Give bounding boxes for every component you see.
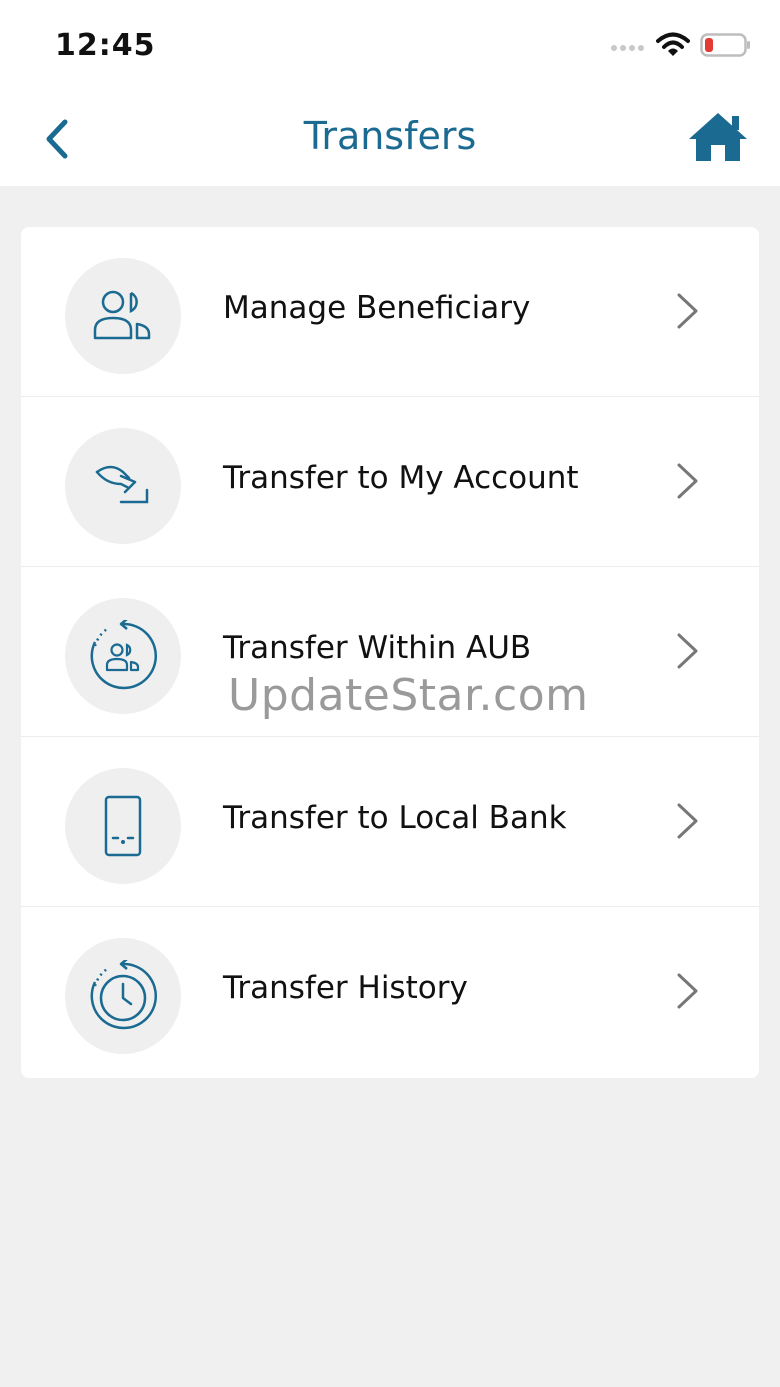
menu-item-manage-beneficiary[interactable]: Manage Beneficiary	[21, 227, 759, 397]
menu-item-transfer-to-local-bank[interactable]: Transfer to Local Bank	[21, 737, 759, 907]
menu-item-label: Transfer History	[223, 970, 468, 1006]
chevron-right-icon	[677, 293, 698, 329]
menu-item-label: Transfer to Local Bank	[223, 800, 567, 836]
transfers-menu: Manage Beneficiary Transfer to My Accoun…	[21, 227, 759, 1078]
users-icon	[65, 258, 181, 374]
status-icons	[610, 32, 752, 62]
chevron-right-icon	[677, 973, 698, 1009]
watermark: UpdateStar.com	[228, 670, 589, 721]
mobile-icon	[65, 768, 181, 884]
status-bar: 12:45	[0, 0, 780, 96]
signal-icon	[610, 38, 646, 57]
chevron-right-icon	[677, 803, 698, 839]
home-button[interactable]	[686, 110, 750, 168]
battery-icon	[700, 32, 752, 62]
home-icon	[687, 111, 749, 167]
clock-history-icon	[65, 938, 181, 1054]
users-rotate-icon	[65, 598, 181, 714]
menu-item-label: Transfer to My Account	[223, 460, 579, 496]
menu-item-label: Manage Beneficiary	[223, 290, 531, 326]
menu-item-transfer-history[interactable]: Transfer History	[21, 907, 759, 1077]
page-title: Transfers	[303, 114, 477, 158]
nav-bar: Transfers	[0, 96, 780, 186]
menu-item-transfer-to-my-account[interactable]: Transfer to My Account	[21, 397, 759, 567]
wifi-icon	[656, 32, 690, 62]
chevron-right-icon	[677, 463, 698, 499]
transfer-arrow-icon	[65, 428, 181, 544]
menu-item-label: Transfer Within AUB	[223, 630, 532, 666]
chevron-right-icon	[677, 633, 698, 669]
status-time: 12:45	[55, 28, 156, 63]
